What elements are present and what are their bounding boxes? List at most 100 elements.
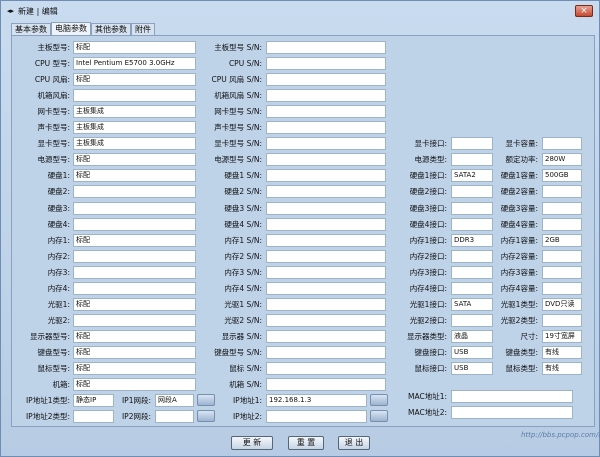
sn-field-input[interactable] <box>266 105 386 119</box>
sn-field-input[interactable] <box>266 297 386 311</box>
interface-field-input[interactable] <box>451 249 493 263</box>
sn-field-label: 内存1 S/N: <box>224 235 262 245</box>
left-field-input[interactable]: 标配 <box>73 73 196 87</box>
interface-field-input[interactable] <box>451 265 493 279</box>
left-field-input[interactable] <box>73 185 196 199</box>
interface-field-input[interactable] <box>451 313 493 327</box>
left-field-input[interactable]: 标配 <box>73 41 196 54</box>
ip-address-input[interactable]: 192.168.1.3 <box>266 394 367 408</box>
capacity-field-input[interactable]: 2GB <box>542 233 582 247</box>
interface-field-input[interactable] <box>451 201 493 215</box>
capacity-field-input[interactable] <box>542 281 582 295</box>
ip-segment-browse-button[interactable] <box>197 410 215 423</box>
capacity-field-input[interactable] <box>542 249 582 263</box>
sn-field-input[interactable] <box>266 217 386 231</box>
left-field-input[interactable] <box>73 89 196 103</box>
capacity-field-input[interactable]: 19寸宽屏 <box>542 329 582 343</box>
ip-segment-input[interactable]: 网段A <box>155 394 194 408</box>
sn-field-input[interactable] <box>266 201 386 215</box>
left-field-input[interactable] <box>73 313 196 327</box>
capacity-field-input[interactable]: DVD只读 <box>542 297 582 311</box>
sn-field-input[interactable] <box>266 169 386 183</box>
sn-field-input[interactable] <box>266 57 386 71</box>
sn-field-input[interactable] <box>266 121 386 135</box>
sn-field-input[interactable] <box>266 89 386 103</box>
capacity-field-input[interactable] <box>542 217 582 231</box>
update-button[interactable]: 更 新 <box>231 436 273 450</box>
sn-field-input[interactable] <box>266 362 386 375</box>
interface-field-label: 鼠标接口: <box>414 364 447 373</box>
left-field-input[interactable]: 标配 <box>73 153 196 167</box>
left-field-input[interactable]: 标配 <box>73 297 196 311</box>
watermark: http://bbs.pcpop.com/arj168 <box>521 431 600 439</box>
ip-segment-input[interactable] <box>155 410 194 424</box>
sn-field-input[interactable] <box>266 378 386 392</box>
left-field-input[interactable]: 标配 <box>73 378 196 392</box>
ip-type-label: IP地址2类型: <box>25 412 70 422</box>
ip-address-browse-button[interactable] <box>370 410 388 423</box>
mac-address-input[interactable] <box>451 406 573 420</box>
interface-field-input[interactable] <box>451 137 493 151</box>
left-field-input[interactable]: 主板集成 <box>73 121 196 135</box>
left-field-input[interactable]: 标配 <box>73 362 196 375</box>
tab-computer-params[interactable]: 电脑参数 <box>51 22 91 36</box>
sn-field-input[interactable] <box>266 153 386 167</box>
left-field-input[interactable] <box>73 265 196 279</box>
capacity-field-input[interactable] <box>542 313 582 327</box>
ip-type-input[interactable]: 静态IP <box>73 394 114 408</box>
capacity-field-input[interactable] <box>542 201 582 215</box>
interface-field-input[interactable]: DDR3 <box>451 233 493 247</box>
left-field-input[interactable] <box>73 281 196 295</box>
sn-field-input[interactable] <box>266 249 386 263</box>
capacity-field-input[interactable] <box>542 185 582 199</box>
left-field-input[interactable]: 标配 <box>73 233 196 247</box>
sn-field-input[interactable] <box>266 313 386 327</box>
left-field-input[interactable] <box>73 201 196 215</box>
capacity-field-label: 鼠标类型: <box>505 364 538 373</box>
sn-field-input[interactable] <box>266 185 386 199</box>
capacity-field-input[interactable] <box>542 265 582 279</box>
mac-address-input[interactable] <box>451 390 573 404</box>
capacity-field-input[interactable]: 280W <box>542 153 582 167</box>
sn-field-input[interactable] <box>266 329 386 343</box>
sn-field-input[interactable] <box>266 265 386 279</box>
interface-field-input[interactable]: USB <box>451 345 493 359</box>
capacity-field-input[interactable]: 有线 <box>542 362 582 375</box>
sn-field-input[interactable] <box>266 41 386 54</box>
left-field-input[interactable]: 主板集成 <box>73 137 196 151</box>
sn-field-input[interactable] <box>266 137 386 151</box>
interface-field-label: 键盘接口: <box>414 347 447 357</box>
interface-field-input[interactable]: 液晶 <box>451 329 493 343</box>
capacity-field-input[interactable]: 500GB <box>542 169 582 183</box>
interface-field-input[interactable]: SATA2 <box>451 169 493 183</box>
interface-field-label: 硬盘1接口: <box>409 171 447 181</box>
exit-button[interactable]: 退 出 <box>338 436 370 450</box>
close-button[interactable]: × <box>575 5 593 17</box>
capacity-field-input[interactable] <box>542 137 582 151</box>
ip-address-input[interactable] <box>266 410 367 424</box>
sn-field-input[interactable] <box>266 345 386 359</box>
sn-field-input[interactable] <box>266 73 386 87</box>
interface-field-input[interactable] <box>451 185 493 199</box>
left-field-input[interactable]: 标配 <box>73 345 196 359</box>
left-field-input[interactable]: 主板集成 <box>73 105 196 119</box>
ip-address-browse-button[interactable] <box>370 394 388 407</box>
left-field-input[interactable]: 标配 <box>73 329 196 343</box>
capacity-field-input[interactable]: 有线 <box>542 345 582 359</box>
interface-field-input[interactable]: SATA <box>451 297 493 311</box>
left-field-input[interactable]: Intel Pentium E5700 3.0GHz <box>73 57 196 71</box>
interface-field-label: 光驱2接口: <box>409 315 447 325</box>
left-field-input[interactable] <box>73 249 196 263</box>
ip-segment-browse-button[interactable] <box>197 394 215 407</box>
sn-field-label: 主板型号 S/N: <box>214 43 262 52</box>
sn-field-input[interactable] <box>266 281 386 295</box>
left-field-input[interactable]: 标配 <box>73 169 196 183</box>
left-field-input[interactable] <box>73 217 196 231</box>
interface-field-input[interactable] <box>451 281 493 295</box>
ip-type-input[interactable] <box>73 410 114 424</box>
reset-button[interactable]: 重 置 <box>288 436 324 450</box>
interface-field-input[interactable] <box>451 217 493 231</box>
sn-field-input[interactable] <box>266 233 386 247</box>
interface-field-input[interactable]: USB <box>451 362 493 375</box>
interface-field-input[interactable] <box>451 153 493 167</box>
